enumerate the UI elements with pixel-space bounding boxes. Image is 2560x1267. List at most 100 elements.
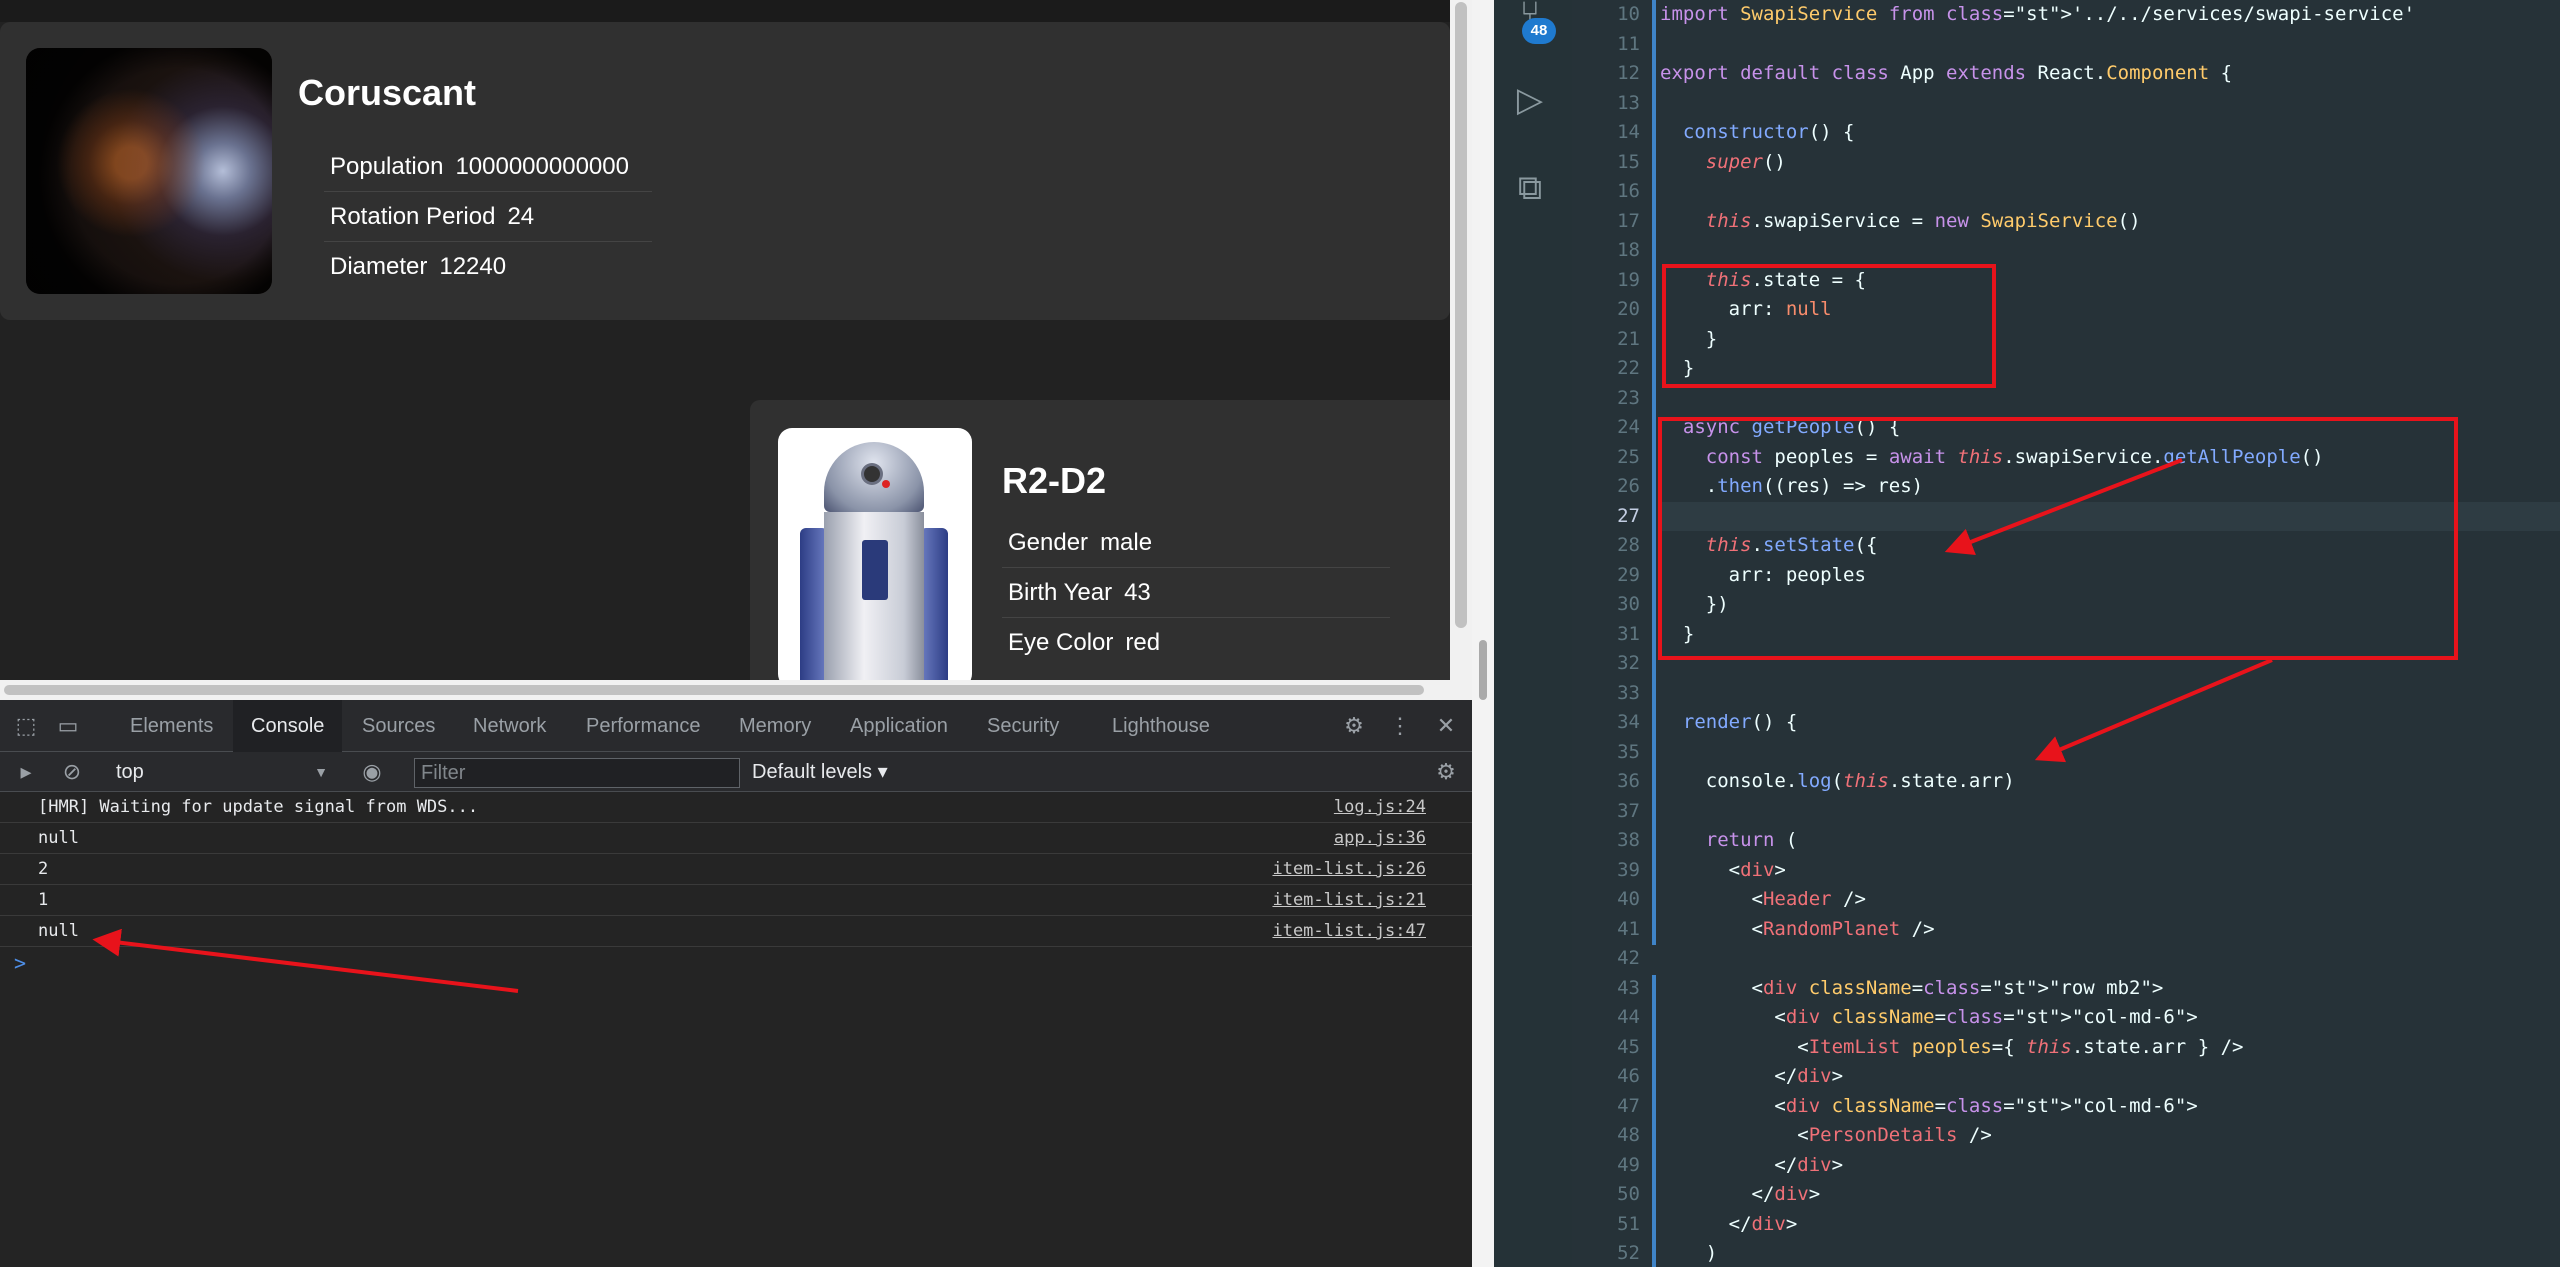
line-number: 12 xyxy=(1617,62,1640,84)
devtools-tabbar: ⬚ ▭ Elements Console Sources Network Per… xyxy=(0,700,1472,752)
code-line[interactable] xyxy=(1660,30,2560,60)
code-line[interactable]: this.swapiService = new SwapiService() xyxy=(1660,207,2560,237)
code-line[interactable] xyxy=(1660,236,2560,266)
line-number: 40 xyxy=(1617,888,1640,910)
console-toolbar: ▸ ⊘ top▼ ◉ Default levels ▾ ⚙ xyxy=(0,752,1472,792)
tab-security[interactable]: Security xyxy=(987,700,1059,752)
tab-console[interactable]: Console xyxy=(233,700,343,752)
person-prop-birth-year: Birth Year 43 xyxy=(1002,568,1390,618)
code-line[interactable] xyxy=(1660,797,2560,827)
person-details-card: R2-D2 Gender male Birth Year 43 Eye Color r… xyxy=(750,400,1450,680)
code-line[interactable]: <ItemList peoples={ this.state.arr } /> xyxy=(1660,1033,2560,1063)
code-line[interactable]: </div> xyxy=(1660,1210,2560,1240)
line-number: 30 xyxy=(1617,593,1640,615)
tab-elements[interactable]: Elements xyxy=(130,700,213,752)
console-source-link[interactable]: item-list.js:47 xyxy=(1272,916,1426,947)
code-line[interactable] xyxy=(1660,679,2560,709)
line-number: 32 xyxy=(1617,652,1640,674)
code-line[interactable]: <div className=class="st">"col-md-6"> xyxy=(1660,1092,2560,1122)
console-prompt[interactable]: > xyxy=(14,951,26,975)
planet-image xyxy=(26,48,272,294)
tab-sources[interactable]: Sources xyxy=(362,700,435,752)
code-line[interactable] xyxy=(1660,177,2560,207)
split-divider[interactable] xyxy=(1472,0,1494,1267)
horizontal-scroll-thumb[interactable] xyxy=(4,685,1424,695)
console-message-text: [HMR] Waiting for update signal from WDS… xyxy=(38,797,479,817)
log-levels-dropdown[interactable]: Default levels ▾ xyxy=(752,757,888,787)
line-number: 16 xyxy=(1617,180,1640,202)
line-number: 51 xyxy=(1617,1212,1640,1235)
console-source-link[interactable]: log.js:24 xyxy=(1334,792,1426,823)
split-divider-handle[interactable] xyxy=(1479,640,1487,700)
code-line[interactable]: <Header /> xyxy=(1660,885,2560,915)
code-line[interactable] xyxy=(1660,738,2560,768)
line-number-gutter: 10 11 12 13 14 15 16 17 18 19 20 21 22 23 24 25 26 27 28 29… xyxy=(1572,0,1640,1267)
line-number: 31 xyxy=(1617,622,1640,645)
line-number: 44 xyxy=(1617,1006,1640,1028)
tab-lighthouse[interactable]: Lighthouse xyxy=(1112,700,1210,752)
code-line[interactable]: </div> xyxy=(1660,1062,2560,1092)
close-devtools-icon[interactable]: ✕ xyxy=(1432,712,1460,740)
line-number: 27 xyxy=(1617,504,1640,527)
line-number: 25 xyxy=(1617,445,1640,468)
line-number: 20 xyxy=(1617,298,1640,320)
line-number: 50 xyxy=(1617,1183,1640,1205)
code-line[interactable]: render() { xyxy=(1660,708,2560,738)
console-message-text: 1 xyxy=(38,890,49,910)
tab-network[interactable]: Network xyxy=(473,700,546,752)
console-source-link[interactable]: item-list.js:26 xyxy=(1272,854,1426,885)
line-number: 22 xyxy=(1617,357,1640,379)
line-number: 47 xyxy=(1617,1094,1640,1117)
line-number: 46 xyxy=(1617,1065,1640,1087)
console-filter-input[interactable] xyxy=(414,758,740,788)
vertical-scroll-thumb[interactable] xyxy=(1455,2,1467,628)
settings-gear-icon[interactable]: ⚙ xyxy=(1340,712,1368,740)
device-toolbar-icon[interactable]: ▭ xyxy=(54,712,82,740)
line-number: 28 xyxy=(1617,534,1640,556)
console-source-link[interactable]: app.js:36 xyxy=(1334,823,1426,854)
code-line[interactable]: console.log(this.state.arr) xyxy=(1660,767,2560,797)
line-number: 42 xyxy=(1617,947,1640,969)
run-debug-icon[interactable]: ▷ xyxy=(1510,80,1550,120)
context-select[interactable]: top ▼ xyxy=(108,757,332,787)
person-prop-gender: Gender male xyxy=(1002,518,1390,568)
code-line[interactable] xyxy=(1660,944,2560,974)
line-number: 39 xyxy=(1617,858,1640,881)
app-header-strip xyxy=(0,0,1450,22)
code-line[interactable]: <div> xyxy=(1660,856,2560,886)
console-messages: [HMR] Waiting for update signal from WDS… xyxy=(0,792,1472,947)
code-line[interactable]: <div className=class="st">"col-md-6"> xyxy=(1660,1003,2560,1033)
inspect-element-icon[interactable]: ⬚ xyxy=(12,712,40,740)
clear-console-icon[interactable]: ⊘ xyxy=(58,758,86,786)
planet-properties: Population 1000000000000 Rotation Period 2… xyxy=(324,142,652,292)
extensions-icon[interactable]: ⧉ xyxy=(1510,168,1550,208)
sidebar-toggle-icon[interactable]: ▸ xyxy=(12,758,40,786)
code-line[interactable]: <div className=class="st">"row mb2"> xyxy=(1660,974,2560,1004)
console-message-text: null xyxy=(38,828,79,848)
code-line[interactable]: return ( xyxy=(1660,826,2560,856)
line-number: 45 xyxy=(1617,1035,1640,1058)
live-expression-eye-icon[interactable]: ◉ xyxy=(358,758,386,786)
code-line[interactable]: </div> xyxy=(1660,1151,2560,1181)
more-options-icon[interactable]: ⋮ xyxy=(1386,712,1414,740)
git-change-marker xyxy=(1652,975,1656,1267)
code-line[interactable]: <RandomPlanet /> xyxy=(1660,915,2560,945)
code-line[interactable]: import SwapiService from class="st">'../… xyxy=(1660,0,2560,30)
tab-application[interactable]: Application xyxy=(850,700,948,752)
code-line[interactable]: <PersonDetails /> xyxy=(1660,1121,2560,1151)
tab-performance[interactable]: Performance xyxy=(586,700,701,752)
line-number: 41 xyxy=(1617,917,1640,940)
console-source-link[interactable]: item-list.js:21 xyxy=(1272,885,1426,916)
tab-memory[interactable]: Memory xyxy=(739,700,811,752)
code-line[interactable]: super() xyxy=(1660,148,2560,178)
line-number: 24 xyxy=(1617,416,1640,438)
code-line[interactable]: constructor() { xyxy=(1660,118,2560,148)
code-line[interactable]: ) xyxy=(1660,1239,2560,1267)
devtools-panel: ⬚ ▭ Elements Console Sources Network Per… xyxy=(0,700,1472,1267)
console-settings-gear-icon[interactable]: ⚙ xyxy=(1432,758,1460,786)
random-planet-card: Coruscant Population 1000000000000 Rotati… xyxy=(0,22,1450,320)
code-line[interactable]: export default class App extends React.C… xyxy=(1660,59,2560,89)
code-line[interactable]: </div> xyxy=(1660,1180,2560,1210)
console-message: null item-list.js:47 xyxy=(0,916,1472,947)
code-line[interactable] xyxy=(1660,89,2560,119)
